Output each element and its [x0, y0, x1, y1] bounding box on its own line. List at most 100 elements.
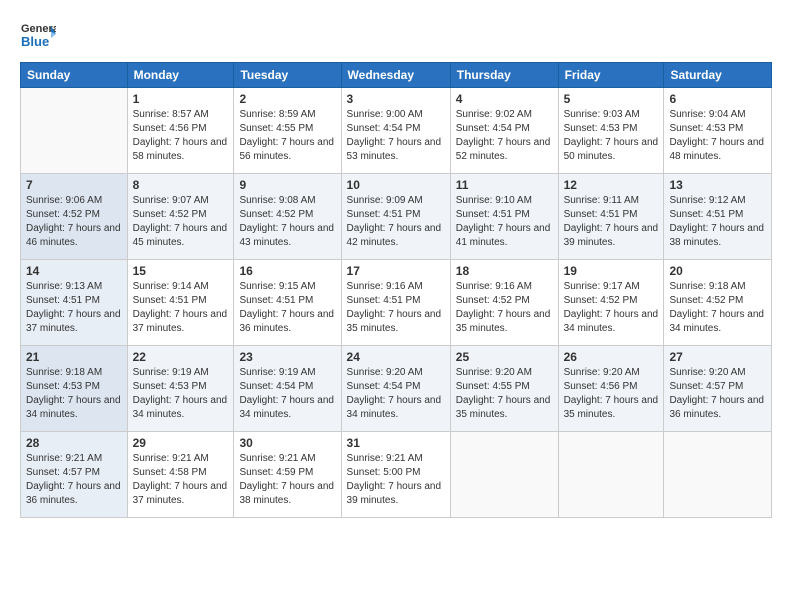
day-info: Sunrise: 9:03 AM Sunset: 4:53 PM Dayligh…	[564, 108, 659, 164]
day-number: 12	[564, 178, 659, 192]
calendar-cell: 14 Sunrise: 9:13 AM Sunset: 4:51 PM Dayl…	[21, 260, 128, 346]
day-info: Sunrise: 9:21 AM Sunset: 4:59 PM Dayligh…	[239, 452, 335, 508]
daylight: Daylight: 7 hours and 36 minutes.	[239, 309, 334, 334]
calendar-cell: 9 Sunrise: 9:08 AM Sunset: 4:52 PM Dayli…	[234, 174, 341, 260]
svg-text:Blue: Blue	[21, 34, 49, 49]
day-number: 20	[669, 264, 766, 278]
calendar-cell	[664, 432, 772, 518]
day-number: 30	[239, 436, 335, 450]
sunrise: Sunrise: 9:19 AM	[133, 367, 209, 378]
sunset: Sunset: 4:53 PM	[133, 381, 207, 392]
sunset: Sunset: 4:51 PM	[669, 209, 743, 220]
sunrise: Sunrise: 9:09 AM	[347, 195, 423, 206]
sunset: Sunset: 4:57 PM	[26, 467, 100, 478]
daylight: Daylight: 7 hours and 53 minutes.	[347, 137, 442, 162]
sunset: Sunset: 4:53 PM	[564, 123, 638, 134]
daylight: Daylight: 7 hours and 37 minutes.	[26, 309, 121, 334]
calendar-week-0: 1 Sunrise: 8:57 AM Sunset: 4:56 PM Dayli…	[21, 88, 772, 174]
calendar-week-4: 28 Sunrise: 9:21 AM Sunset: 4:57 PM Dayl…	[21, 432, 772, 518]
sunrise: Sunrise: 9:17 AM	[564, 281, 640, 292]
sunset: Sunset: 4:58 PM	[133, 467, 207, 478]
daylight: Daylight: 7 hours and 35 minutes.	[564, 395, 659, 420]
day-info: Sunrise: 9:21 AM Sunset: 4:58 PM Dayligh…	[133, 452, 229, 508]
sunrise: Sunrise: 9:11 AM	[564, 195, 639, 206]
sunset: Sunset: 4:51 PM	[456, 209, 530, 220]
calendar-cell: 5 Sunrise: 9:03 AM Sunset: 4:53 PM Dayli…	[558, 88, 664, 174]
calendar-cell: 16 Sunrise: 9:15 AM Sunset: 4:51 PM Dayl…	[234, 260, 341, 346]
sunrise: Sunrise: 9:02 AM	[456, 109, 532, 120]
day-info: Sunrise: 9:09 AM Sunset: 4:51 PM Dayligh…	[347, 194, 445, 250]
sunset: Sunset: 4:52 PM	[26, 209, 100, 220]
calendar-cell: 28 Sunrise: 9:21 AM Sunset: 4:57 PM Dayl…	[21, 432, 128, 518]
sunset: Sunset: 4:56 PM	[133, 123, 207, 134]
calendar-cell: 12 Sunrise: 9:11 AM Sunset: 4:51 PM Dayl…	[558, 174, 664, 260]
day-number: 19	[564, 264, 659, 278]
calendar-cell: 26 Sunrise: 9:20 AM Sunset: 4:56 PM Dayl…	[558, 346, 664, 432]
day-number: 25	[456, 350, 553, 364]
sunset: Sunset: 4:54 PM	[239, 381, 313, 392]
day-number: 8	[133, 178, 229, 192]
day-number: 31	[347, 436, 445, 450]
calendar-header-row: SundayMondayTuesdayWednesdayThursdayFrid…	[21, 63, 772, 88]
calendar-cell	[558, 432, 664, 518]
sunrise: Sunrise: 9:12 AM	[669, 195, 745, 206]
daylight: Daylight: 7 hours and 34 minutes.	[26, 395, 121, 420]
day-number: 13	[669, 178, 766, 192]
sunrise: Sunrise: 9:20 AM	[456, 367, 532, 378]
sunrise: Sunrise: 9:19 AM	[239, 367, 315, 378]
day-number: 17	[347, 264, 445, 278]
daylight: Daylight: 7 hours and 42 minutes.	[347, 223, 442, 248]
page: General Blue SundayMondayTuesdayWednesda…	[0, 0, 792, 612]
day-header-thursday: Thursday	[450, 63, 558, 88]
day-info: Sunrise: 9:00 AM Sunset: 4:54 PM Dayligh…	[347, 108, 445, 164]
sunset: Sunset: 4:51 PM	[347, 295, 421, 306]
daylight: Daylight: 7 hours and 39 minutes.	[564, 223, 659, 248]
calendar-cell: 4 Sunrise: 9:02 AM Sunset: 4:54 PM Dayli…	[450, 88, 558, 174]
logo-svg: General Blue	[20, 16, 56, 52]
day-number: 2	[239, 92, 335, 106]
day-info: Sunrise: 9:12 AM Sunset: 4:51 PM Dayligh…	[669, 194, 766, 250]
day-info: Sunrise: 9:19 AM Sunset: 4:53 PM Dayligh…	[133, 366, 229, 422]
daylight: Daylight: 7 hours and 56 minutes.	[239, 137, 334, 162]
calendar-cell: 7 Sunrise: 9:06 AM Sunset: 4:52 PM Dayli…	[21, 174, 128, 260]
sunrise: Sunrise: 9:18 AM	[26, 367, 102, 378]
sunset: Sunset: 4:51 PM	[133, 295, 207, 306]
calendar-cell: 29 Sunrise: 9:21 AM Sunset: 4:58 PM Dayl…	[127, 432, 234, 518]
daylight: Daylight: 7 hours and 45 minutes.	[133, 223, 228, 248]
sunset: Sunset: 4:56 PM	[564, 381, 638, 392]
sunrise: Sunrise: 9:07 AM	[133, 195, 209, 206]
calendar-table: SundayMondayTuesdayWednesdayThursdayFrid…	[20, 62, 772, 518]
sunrise: Sunrise: 9:08 AM	[239, 195, 315, 206]
day-info: Sunrise: 9:10 AM Sunset: 4:51 PM Dayligh…	[456, 194, 553, 250]
calendar-cell: 8 Sunrise: 9:07 AM Sunset: 4:52 PM Dayli…	[127, 174, 234, 260]
sunset: Sunset: 4:51 PM	[564, 209, 638, 220]
daylight: Daylight: 7 hours and 35 minutes.	[456, 309, 551, 334]
day-info: Sunrise: 9:19 AM Sunset: 4:54 PM Dayligh…	[239, 366, 335, 422]
calendar-week-3: 21 Sunrise: 9:18 AM Sunset: 4:53 PM Dayl…	[21, 346, 772, 432]
sunrise: Sunrise: 9:18 AM	[669, 281, 745, 292]
sunset: Sunset: 4:53 PM	[26, 381, 100, 392]
sunrise: Sunrise: 9:13 AM	[26, 281, 102, 292]
day-info: Sunrise: 8:57 AM Sunset: 4:56 PM Dayligh…	[133, 108, 229, 164]
day-info: Sunrise: 9:17 AM Sunset: 4:52 PM Dayligh…	[564, 280, 659, 336]
sunset: Sunset: 4:57 PM	[669, 381, 743, 392]
day-info: Sunrise: 9:18 AM Sunset: 4:53 PM Dayligh…	[26, 366, 122, 422]
sunrise: Sunrise: 9:15 AM	[239, 281, 315, 292]
daylight: Daylight: 7 hours and 37 minutes.	[133, 481, 228, 506]
day-info: Sunrise: 9:20 AM Sunset: 4:56 PM Dayligh…	[564, 366, 659, 422]
calendar-cell	[21, 88, 128, 174]
sunset: Sunset: 4:52 PM	[133, 209, 207, 220]
day-number: 28	[26, 436, 122, 450]
sunrise: Sunrise: 9:20 AM	[564, 367, 640, 378]
calendar-cell: 15 Sunrise: 9:14 AM Sunset: 4:51 PM Dayl…	[127, 260, 234, 346]
day-info: Sunrise: 9:21 AM Sunset: 4:57 PM Dayligh…	[26, 452, 122, 508]
day-number: 26	[564, 350, 659, 364]
day-number: 6	[669, 92, 766, 106]
day-number: 4	[456, 92, 553, 106]
sunrise: Sunrise: 9:21 AM	[347, 453, 423, 464]
day-number: 24	[347, 350, 445, 364]
day-number: 22	[133, 350, 229, 364]
day-number: 16	[239, 264, 335, 278]
calendar-cell: 27 Sunrise: 9:20 AM Sunset: 4:57 PM Dayl…	[664, 346, 772, 432]
calendar-cell: 6 Sunrise: 9:04 AM Sunset: 4:53 PM Dayli…	[664, 88, 772, 174]
